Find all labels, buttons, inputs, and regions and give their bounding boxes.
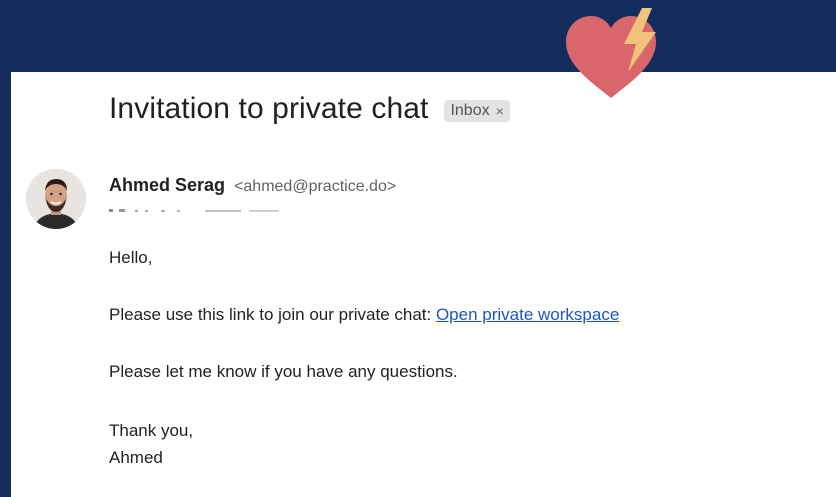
greeting: Hello, [109, 248, 153, 267]
signature: Ahmed [109, 448, 163, 467]
heart-with-lightning-icon [566, 8, 656, 98]
remove-label-icon[interactable]: × [496, 103, 504, 119]
subject-row: Invitation to private chat Inbox × [109, 92, 510, 126]
recipient-details-redacted [109, 209, 279, 212]
body-line-questions: Please let me know if you have any quest… [109, 362, 458, 381]
inbox-label-badge[interactable]: Inbox × [444, 100, 510, 122]
sender-name[interactable]: Ahmed Serag [109, 175, 225, 195]
sender-photo [26, 169, 86, 229]
body-line-link-text: Please use this link to join our private… [109, 305, 436, 324]
closing: Thank you, [109, 421, 194, 440]
email-subject: Invitation to private chat [109, 92, 429, 125]
sender-row: Ahmed Serag <ahmed@practice.do> [109, 175, 396, 196]
avatar [26, 169, 86, 229]
inbox-label-text: Inbox [450, 102, 490, 119]
open-private-workspace-link[interactable]: Open private workspace [436, 305, 619, 324]
body-line-link: Please use this link to join our private… [109, 305, 619, 325]
email-view: Invitation to private chat Inbox × Ahmed… [11, 72, 836, 497]
sender-email: <ahmed@practice.do> [234, 178, 397, 195]
